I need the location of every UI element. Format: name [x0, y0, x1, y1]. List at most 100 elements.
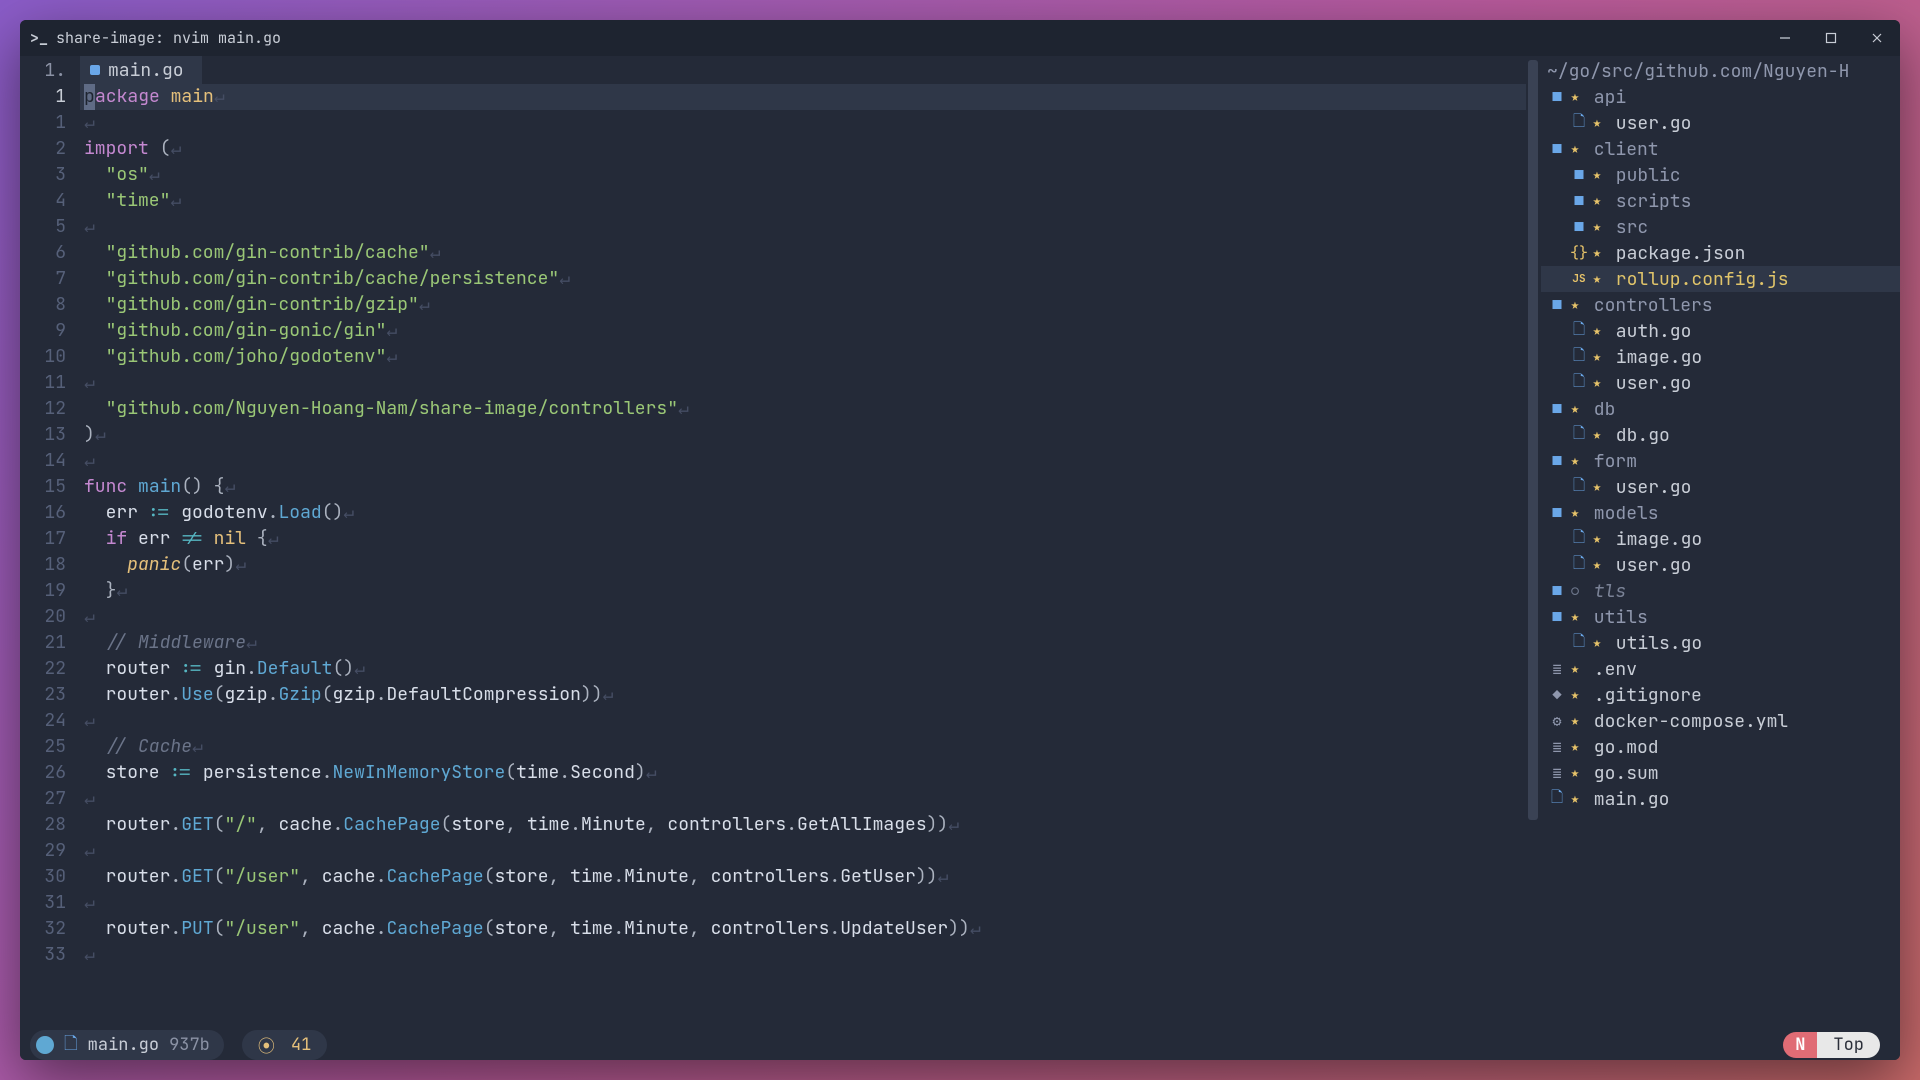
tree-item[interactable]: 🗋★ auth.go [1541, 318, 1900, 344]
minimize-button[interactable] [1762, 20, 1808, 56]
tree-item[interactable]: ≣★ go.sum [1541, 760, 1900, 786]
tree-item-label: .gitignore [1583, 684, 1702, 707]
code-line[interactable]: 33↵ [20, 942, 1526, 968]
folder-icon: ■ [1547, 87, 1567, 107]
tree-item[interactable]: ■★ form [1541, 448, 1900, 474]
line-number: 3 [20, 162, 80, 188]
code-line[interactable]: 18 panic(err)↵ [20, 552, 1526, 578]
tree-item[interactable]: ■★ public [1541, 162, 1900, 188]
tree-item[interactable]: ■★ src [1541, 214, 1900, 240]
code-line[interactable]: 22 router := gin.Default()↵ [20, 656, 1526, 682]
tree-item-label: api [1583, 86, 1626, 109]
code-line[interactable]: 26 store := persistence.NewInMemoryStore… [20, 760, 1526, 786]
code-line[interactable]: 1package main↵ [20, 84, 1526, 110]
line-number: 21 [20, 630, 80, 656]
code-pane: 1. main.go 1package main↵1↵2import (↵3 "… [20, 56, 1526, 1030]
code-line[interactable]: 21 // Middleware↵ [20, 630, 1526, 656]
tree-item[interactable]: 🗋★ user.go [1541, 110, 1900, 136]
code-line[interactable]: 20↵ [20, 604, 1526, 630]
code-line[interactable]: 31↵ [20, 890, 1526, 916]
code-line[interactable]: 30 router.GET("/user", cache.CachePage(s… [20, 864, 1526, 890]
code-line[interactable]: 7 "github.com/gin-contrib/cache/persiste… [20, 266, 1526, 292]
line-number: 23 [20, 682, 80, 708]
code-line[interactable]: 23 router.Use(gzip.Gzip(gzip.DefaultComp… [20, 682, 1526, 708]
code-line[interactable]: 9 "github.com/gin-gonic/gin"↵ [20, 318, 1526, 344]
tree-item[interactable]: 🗋★ image.go [1541, 344, 1900, 370]
tree-item[interactable]: 🗋★ user.go [1541, 552, 1900, 578]
status-filename: main.go [88, 1034, 159, 1056]
code-line[interactable]: 16 err := godotenv.Load()↵ [20, 500, 1526, 526]
line-number: 24 [20, 708, 80, 734]
code-line[interactable]: 19 }↵ [20, 578, 1526, 604]
go-icon: 🗋 [1569, 475, 1589, 500]
code-line[interactable]: 27↵ [20, 786, 1526, 812]
line-number: 11 [20, 370, 80, 396]
folder-icon: ■ [1547, 581, 1567, 601]
code-line[interactable]: 4 "time"↵ [20, 188, 1526, 214]
code-line[interactable]: 13)↵ [20, 422, 1526, 448]
tree-item[interactable]: 🗋★ user.go [1541, 370, 1900, 396]
tree-item[interactable]: 🗋★ user.go [1541, 474, 1900, 500]
go-icon: 🗋 [1569, 423, 1589, 448]
tree-item[interactable]: 🗋★ db.go [1541, 422, 1900, 448]
tree-item[interactable]: ■★ utils [1541, 604, 1900, 630]
json-icon: {} [1569, 243, 1589, 263]
tab-main-go[interactable]: main.go [80, 56, 202, 84]
tree-item[interactable]: ◆★ .gitignore [1541, 682, 1900, 708]
mode-indicator-icon [36, 1036, 54, 1054]
tree-item[interactable]: JS★ rollup.config.js [1541, 266, 1900, 292]
tree-item-label: user.go [1605, 554, 1691, 577]
code-line[interactable]: 12 "github.com/Nguyen-Hoang-Nam/share-im… [20, 396, 1526, 422]
tree-item-label: image.go [1605, 346, 1702, 369]
tree-item[interactable]: ⚙★ docker-compose.yml [1541, 708, 1900, 734]
code-line[interactable]: 2import (↵ [20, 136, 1526, 162]
lines-icon: ≣ [1547, 659, 1567, 679]
tree-item-label: db.go [1605, 424, 1670, 447]
folder-icon: ■ [1547, 503, 1567, 523]
git-status-icon: ★ [1567, 738, 1583, 756]
tree-item[interactable]: 🗋★ main.go [1541, 786, 1900, 812]
window-title: share-image: nvim main.go [56, 28, 281, 48]
git-status-icon: ★ [1567, 608, 1583, 626]
tree-item[interactable]: ■★ models [1541, 500, 1900, 526]
tree-item[interactable]: ■○ tls [1541, 578, 1900, 604]
tree-item[interactable]: ■★ client [1541, 136, 1900, 162]
code-line[interactable]: 6 "github.com/gin-contrib/cache"↵ [20, 240, 1526, 266]
tree-item[interactable]: ≣★ .env [1541, 656, 1900, 682]
titlebar[interactable]: >_ share-image: nvim main.go [20, 20, 1900, 56]
line-number: 28 [20, 812, 80, 838]
tree-item-label: rollup.config.js [1605, 268, 1789, 291]
code-line[interactable]: 10 "github.com/joho/godotenv"↵ [20, 344, 1526, 370]
tree-item[interactable]: ■★ scripts [1541, 188, 1900, 214]
tree-item-label: src [1605, 216, 1648, 239]
code-viewport[interactable]: 1package main↵1↵2import (↵3 "os"↵4 "time… [20, 84, 1526, 1030]
maximize-button[interactable] [1808, 20, 1854, 56]
code-line[interactable]: 17 if err != nil {↵ [20, 526, 1526, 552]
code-line[interactable]: 25 // Cache↵ [20, 734, 1526, 760]
code-line[interactable]: 29↵ [20, 838, 1526, 864]
tree-item[interactable]: 🗋★ image.go [1541, 526, 1900, 552]
code-line[interactable]: 1↵ [20, 110, 1526, 136]
tree-item[interactable]: ■★ db [1541, 396, 1900, 422]
scrollbar[interactable] [1526, 56, 1540, 1030]
line-number: 6 [20, 240, 80, 266]
tree-item[interactable]: 🗋★ utils.go [1541, 630, 1900, 656]
git-status-icon: ★ [1589, 374, 1605, 392]
file-tree[interactable]: ~/go/src/github.com/Nguyen-H ■★ api🗋★ us… [1540, 56, 1900, 1030]
code-line[interactable]: 11↵ [20, 370, 1526, 396]
code-line[interactable]: 15func main() {↵ [20, 474, 1526, 500]
code-line[interactable]: 14↵ [20, 448, 1526, 474]
tree-item[interactable]: {}★ package.json [1541, 240, 1900, 266]
git-status-icon: ★ [1567, 764, 1583, 782]
code-line[interactable]: 3 "os"↵ [20, 162, 1526, 188]
tree-item[interactable]: ■★ controllers [1541, 292, 1900, 318]
tree-item[interactable]: ≣★ go.mod [1541, 734, 1900, 760]
scrollbar-thumb[interactable] [1528, 60, 1538, 820]
close-button[interactable] [1854, 20, 1900, 56]
tree-item[interactable]: ■★ api [1541, 84, 1900, 110]
code-line[interactable]: 5↵ [20, 214, 1526, 240]
code-line[interactable]: 32 router.PUT("/user", cache.CachePage(s… [20, 916, 1526, 942]
code-line[interactable]: 8 "github.com/gin-contrib/gzip"↵ [20, 292, 1526, 318]
code-line[interactable]: 24↵ [20, 708, 1526, 734]
code-line[interactable]: 28 router.GET("/", cache.CachePage(store… [20, 812, 1526, 838]
